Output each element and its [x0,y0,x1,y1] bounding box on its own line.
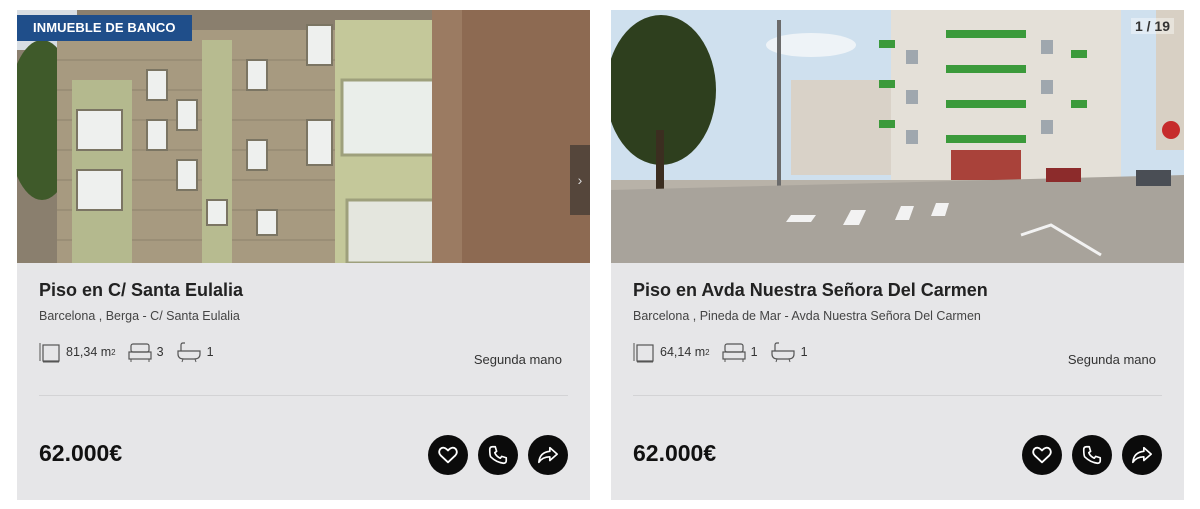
listing-photo[interactable]: 1 / 19 [611,10,1184,263]
area-value: 64,14 m [660,345,706,359]
divider [39,395,568,396]
area-unit-sup: 2 [705,347,710,357]
area-unit-sup: 2 [111,347,116,357]
listing-location: Barcelona , Berga - C/ Santa Eulalia [39,309,240,323]
bed-icon [128,343,152,362]
phone-icon [488,445,508,465]
listing-title[interactable]: Piso en C/ Santa Eulalia [39,280,243,301]
share-icon [538,446,558,464]
listing-price: 62.000€ [633,440,717,466]
action-buttons [1012,435,1162,475]
area-value: 81,34 m [66,345,112,359]
listing-price: 62.000€ [39,440,123,466]
bath-icon [176,342,201,363]
share-button[interactable] [528,435,568,475]
call-button[interactable] [1072,435,1112,475]
listing-features: 81,34 m2 3 1 [39,341,226,363]
listing-card[interactable]: INMUEBLE DE BANCO › Piso en C/ Santa Eul… [17,10,590,500]
bath-icon [770,342,795,363]
share-button[interactable] [1122,435,1162,475]
bathrooms-feature: 1 [770,341,808,363]
action-buttons [418,435,568,475]
bathrooms-value: 1 [800,345,808,359]
divider [633,395,1162,396]
area-feature: 64,14 m2 [633,341,710,363]
condition-label: Segunda mano [473,352,562,367]
call-button[interactable] [478,435,518,475]
bank-property-badge: INMUEBLE DE BANCO [17,15,192,41]
listing-card[interactable]: 1 / 19 Piso en Avda Nuestra Señora Del C… [611,10,1184,500]
condition-label: Segunda mano [1067,352,1156,367]
listing-title[interactable]: Piso en Avda Nuestra Señora Del Carmen [633,280,988,301]
phone-icon [1082,445,1102,465]
street-photo [611,10,1184,263]
bedrooms-value: 1 [750,345,758,359]
area-icon [633,343,654,363]
share-icon [1132,446,1152,464]
favorite-button[interactable] [1022,435,1062,475]
bathrooms-feature: 1 [176,341,214,363]
bathrooms-value: 1 [206,345,214,359]
bedrooms-feature: 3 [128,341,164,363]
photo-counter: 1 / 19 [1130,18,1174,34]
area-icon [39,343,60,363]
bed-icon [722,343,746,362]
heart-icon [1032,446,1052,464]
listing-features: 64,14 m2 1 1 [633,341,820,363]
listing-photo[interactable]: INMUEBLE DE BANCO › [17,10,590,263]
building-photo [17,10,590,263]
listing-location: Barcelona , Pineda de Mar - Avda Nuestra… [633,309,981,323]
chevron-right-icon[interactable]: › [570,145,590,215]
bedrooms-feature: 1 [722,341,758,363]
heart-icon [438,446,458,464]
bedrooms-value: 3 [156,345,164,359]
favorite-button[interactable] [428,435,468,475]
area-feature: 81,34 m2 [39,341,116,363]
